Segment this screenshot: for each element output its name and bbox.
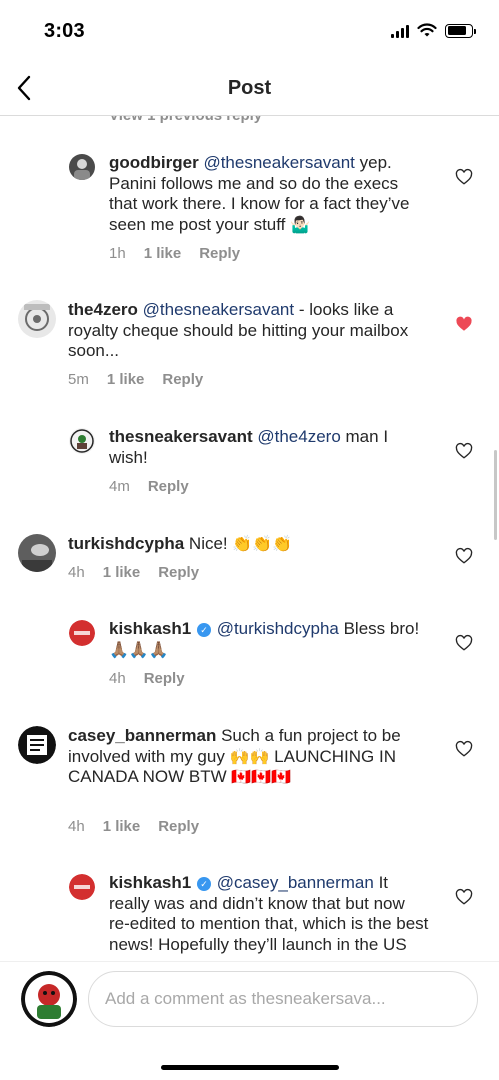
home-indicator[interactable] (161, 1065, 339, 1070)
reply-button[interactable]: Reply (148, 478, 189, 495)
reply-button[interactable]: Reply (144, 670, 185, 687)
comment-likes[interactable]: 1 like (144, 245, 182, 262)
comment-text: kishkash1 ✓ @casey_bannerman It really w… (109, 873, 429, 961)
comment-username[interactable]: turkishdcypha (68, 534, 184, 553)
heart-outline-icon[interactable] (455, 634, 473, 652)
avatar-kishkash1[interactable] (69, 620, 95, 646)
avatar-the4zero[interactable] (18, 300, 56, 338)
comment-time: 5m (68, 371, 89, 388)
avatar-casey-bannerman[interactable] (18, 726, 56, 764)
comment-mention[interactable]: @thesneakersavant (203, 153, 354, 172)
comment-meta: 4h 1 like Reply (68, 818, 199, 835)
comment-text: turkishdcypha Nice! 👏👏👏 (68, 534, 293, 553)
comment-meta: 1h 1 like Reply (109, 245, 240, 262)
page-title: Post (227, 77, 272, 99)
comment-text: goodbirger @thesneakersavant yep. Panini… (109, 153, 410, 234)
comment-username[interactable]: goodbirger (109, 153, 199, 172)
comment-username[interactable]: kishkash1 (109, 873, 191, 892)
comment-mention[interactable]: @turkishdcypha (217, 619, 339, 638)
emoji: 🙌🙌 (229, 746, 270, 766)
comment-text: casey_bannerman Such a fun project to be… (68, 726, 401, 786)
avatar-kishkash1[interactable] (69, 874, 95, 900)
heart-outline-icon[interactable] (455, 888, 473, 906)
emoji: 🤷🏻‍♂️ (290, 214, 311, 234)
verified-badge-icon: ✓ (196, 623, 211, 637)
status-time: 3:03 (44, 20, 85, 42)
heart-outline-icon[interactable] (455, 442, 473, 460)
comment-mention[interactable]: @the4zero (257, 427, 340, 446)
comment-username[interactable]: thesneakersavant (109, 427, 253, 446)
status-icons (391, 23, 476, 38)
avatar-turkishdcypha[interactable] (18, 534, 56, 572)
comment-text: thesneakersavant @the4zero man I wish! (109, 427, 389, 467)
comment-username[interactable]: kishkash1 (109, 619, 191, 638)
heart-filled-icon[interactable] (455, 315, 473, 333)
comment-meta: 4h Reply (109, 670, 185, 687)
heart-outline-icon[interactable] (455, 547, 473, 565)
heart-outline-icon[interactable] (455, 168, 473, 186)
battery-icon (445, 23, 476, 38)
wifi-icon (417, 23, 437, 37)
comment-meta: 5m 1 like Reply (68, 371, 203, 388)
comment-username[interactable]: the4zero (68, 300, 138, 319)
current-user-avatar (21, 971, 77, 1027)
avatar-goodbirger[interactable] (69, 154, 95, 180)
comment-likes[interactable]: 1 like (107, 371, 145, 388)
status-bar: 3:03 (0, 0, 499, 60)
comment-text: kishkash1 ✓ @turkishdcypha Bless bro! 🙏🏽… (109, 619, 420, 659)
comment-time: 4h (109, 670, 126, 687)
comment-meta: 4h 1 like Reply (68, 564, 199, 581)
verified-badge-icon: ✓ (196, 877, 211, 891)
heart-outline-icon[interactable] (455, 740, 473, 758)
comment-likes[interactable]: 1 like (103, 564, 141, 581)
cellular-signal-icon (391, 24, 409, 38)
comment-time: 4m (109, 478, 130, 495)
comment-text: the4zero @thesneakersavant - looks like … (68, 300, 409, 360)
avatar-thesneakersavant[interactable] (69, 428, 95, 454)
comment-mention[interactable]: @casey_bannerman (217, 873, 374, 892)
comment-composer (0, 961, 499, 1043)
scroll-indicator (494, 450, 497, 540)
comment-username[interactable]: casey_bannerman (68, 726, 216, 745)
reply-button[interactable]: Reply (162, 371, 203, 388)
comment-meta: 4m Reply (109, 478, 189, 495)
view-previous-reply-link[interactable]: View 1 previous reply (109, 116, 262, 124)
comment-time: 4h (68, 564, 85, 581)
reply-button[interactable]: Reply (158, 818, 199, 835)
reply-button[interactable]: Reply (199, 245, 240, 262)
comment-mention[interactable]: @thesneakersavant (143, 300, 294, 319)
emoji: 🇨🇦🇨🇦🇨🇦 (231, 767, 292, 786)
comment-time: 4h (68, 818, 85, 835)
comments-feed[interactable]: View 1 previous reply goodbirger @thesne… (0, 116, 499, 961)
comment-input[interactable] (88, 971, 478, 1027)
reply-button[interactable]: Reply (158, 564, 199, 581)
comment-time: 1h (109, 245, 126, 262)
emoji: 👏👏👏 (232, 534, 293, 553)
nav-bar: Post (0, 60, 499, 116)
comment-likes[interactable]: 1 like (103, 818, 141, 835)
emoji: 🙏🏽🙏🏽🙏🏽 (109, 639, 169, 659)
